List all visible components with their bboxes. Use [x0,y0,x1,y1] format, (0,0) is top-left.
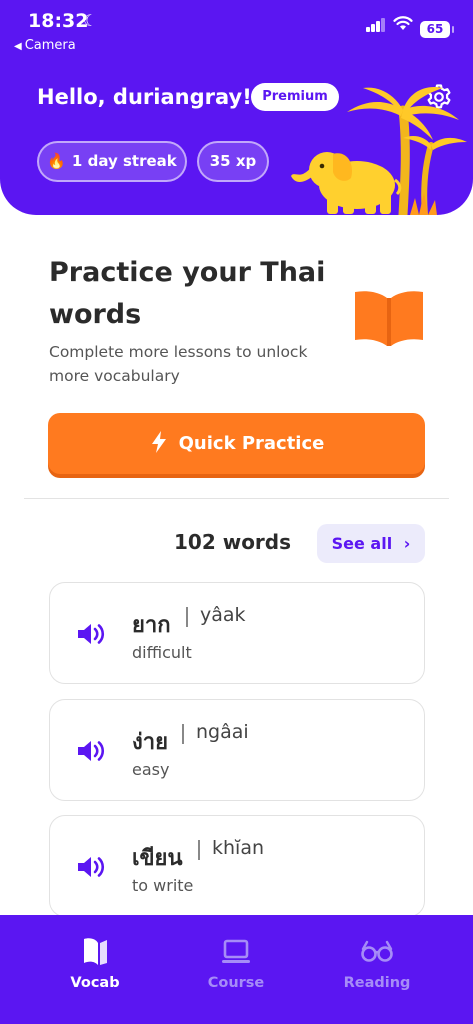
word-separator [182,724,184,744]
nav-course[interactable]: Course [186,935,286,991]
see-all-label: See all [331,534,393,553]
word-meaning: to write [132,876,194,895]
nav-reading[interactable]: Reading [327,935,427,991]
practice-title: Practice your Thai words [49,257,326,330]
practice-subtitle: Complete more lessons to unlock more voc… [49,343,308,385]
thai-word: เขียน [132,846,183,871]
nav-course-label: Course [207,975,265,991]
back-to-camera-link[interactable]: ◀ Camera [14,38,76,53]
romanization: ngâai [196,721,249,743]
greeting-text: Hello, duriangray! [37,85,252,109]
streak-label: 1 day streak [71,152,177,170]
word-separator [186,607,188,627]
speaker-icon[interactable] [76,739,106,763]
back-triangle-icon: ◀ [14,41,22,52]
lightning-bolt-icon [151,431,166,453]
nav-reading-label: Reading [343,975,411,991]
chevron-right-icon: › [403,534,411,553]
speaker-icon[interactable] [76,622,106,646]
moon-icon: ☾ [83,11,98,30]
nav-vocab-label: Vocab [70,975,120,991]
xp-label: 35 xp [209,152,257,170]
header-banner: 18:32 ☾ ◀ Camera 65 Hello, duriangray! Pr… [0,0,473,215]
thai-word: ง่าย [132,730,168,755]
quick-practice-label: Quick Practice [178,433,325,454]
word-card[interactable]: ง่าย ngâai easy [49,699,425,801]
word-card[interactable]: เขียน khĭan to write [49,815,425,917]
open-book-icon [355,291,423,346]
elephant-palm-illustration [291,86,467,215]
flame-icon: 🔥 [47,152,66,170]
xp-pill[interactable]: 35 xp [197,141,269,182]
wifi-icon [393,16,413,30]
quick-practice-button[interactable]: Quick Practice [48,413,425,474]
status-time: 18:32 [28,10,89,32]
thai-word: ยาก [132,613,171,638]
cellular-signal-icon [366,18,386,32]
romanization: yâak [200,604,246,626]
word-meaning: difficult [132,643,192,662]
romanization: khĭan [212,837,265,859]
word-count: 102 words [174,530,292,554]
word-separator [198,840,200,860]
laptop-icon [222,939,250,963]
nav-vocab[interactable]: Vocab [45,935,145,991]
word-card[interactable]: ยาก yâak difficult [49,582,425,684]
bookmark-book-icon [84,938,107,965]
see-all-button[interactable]: See all › [317,524,425,563]
section-divider [24,498,449,499]
bottom-nav: Vocab Course Reading [0,915,473,1024]
speaker-icon[interactable] [76,855,106,879]
glasses-icon [361,940,393,962]
streak-pill[interactable]: 🔥 1 day streak [37,141,187,182]
battery-indicator: 65 [420,21,454,38]
word-meaning: easy [132,760,170,779]
status-bar: 18:32 ☾ ◀ Camera 65 [0,0,473,60]
back-camera-label: Camera [24,38,76,53]
